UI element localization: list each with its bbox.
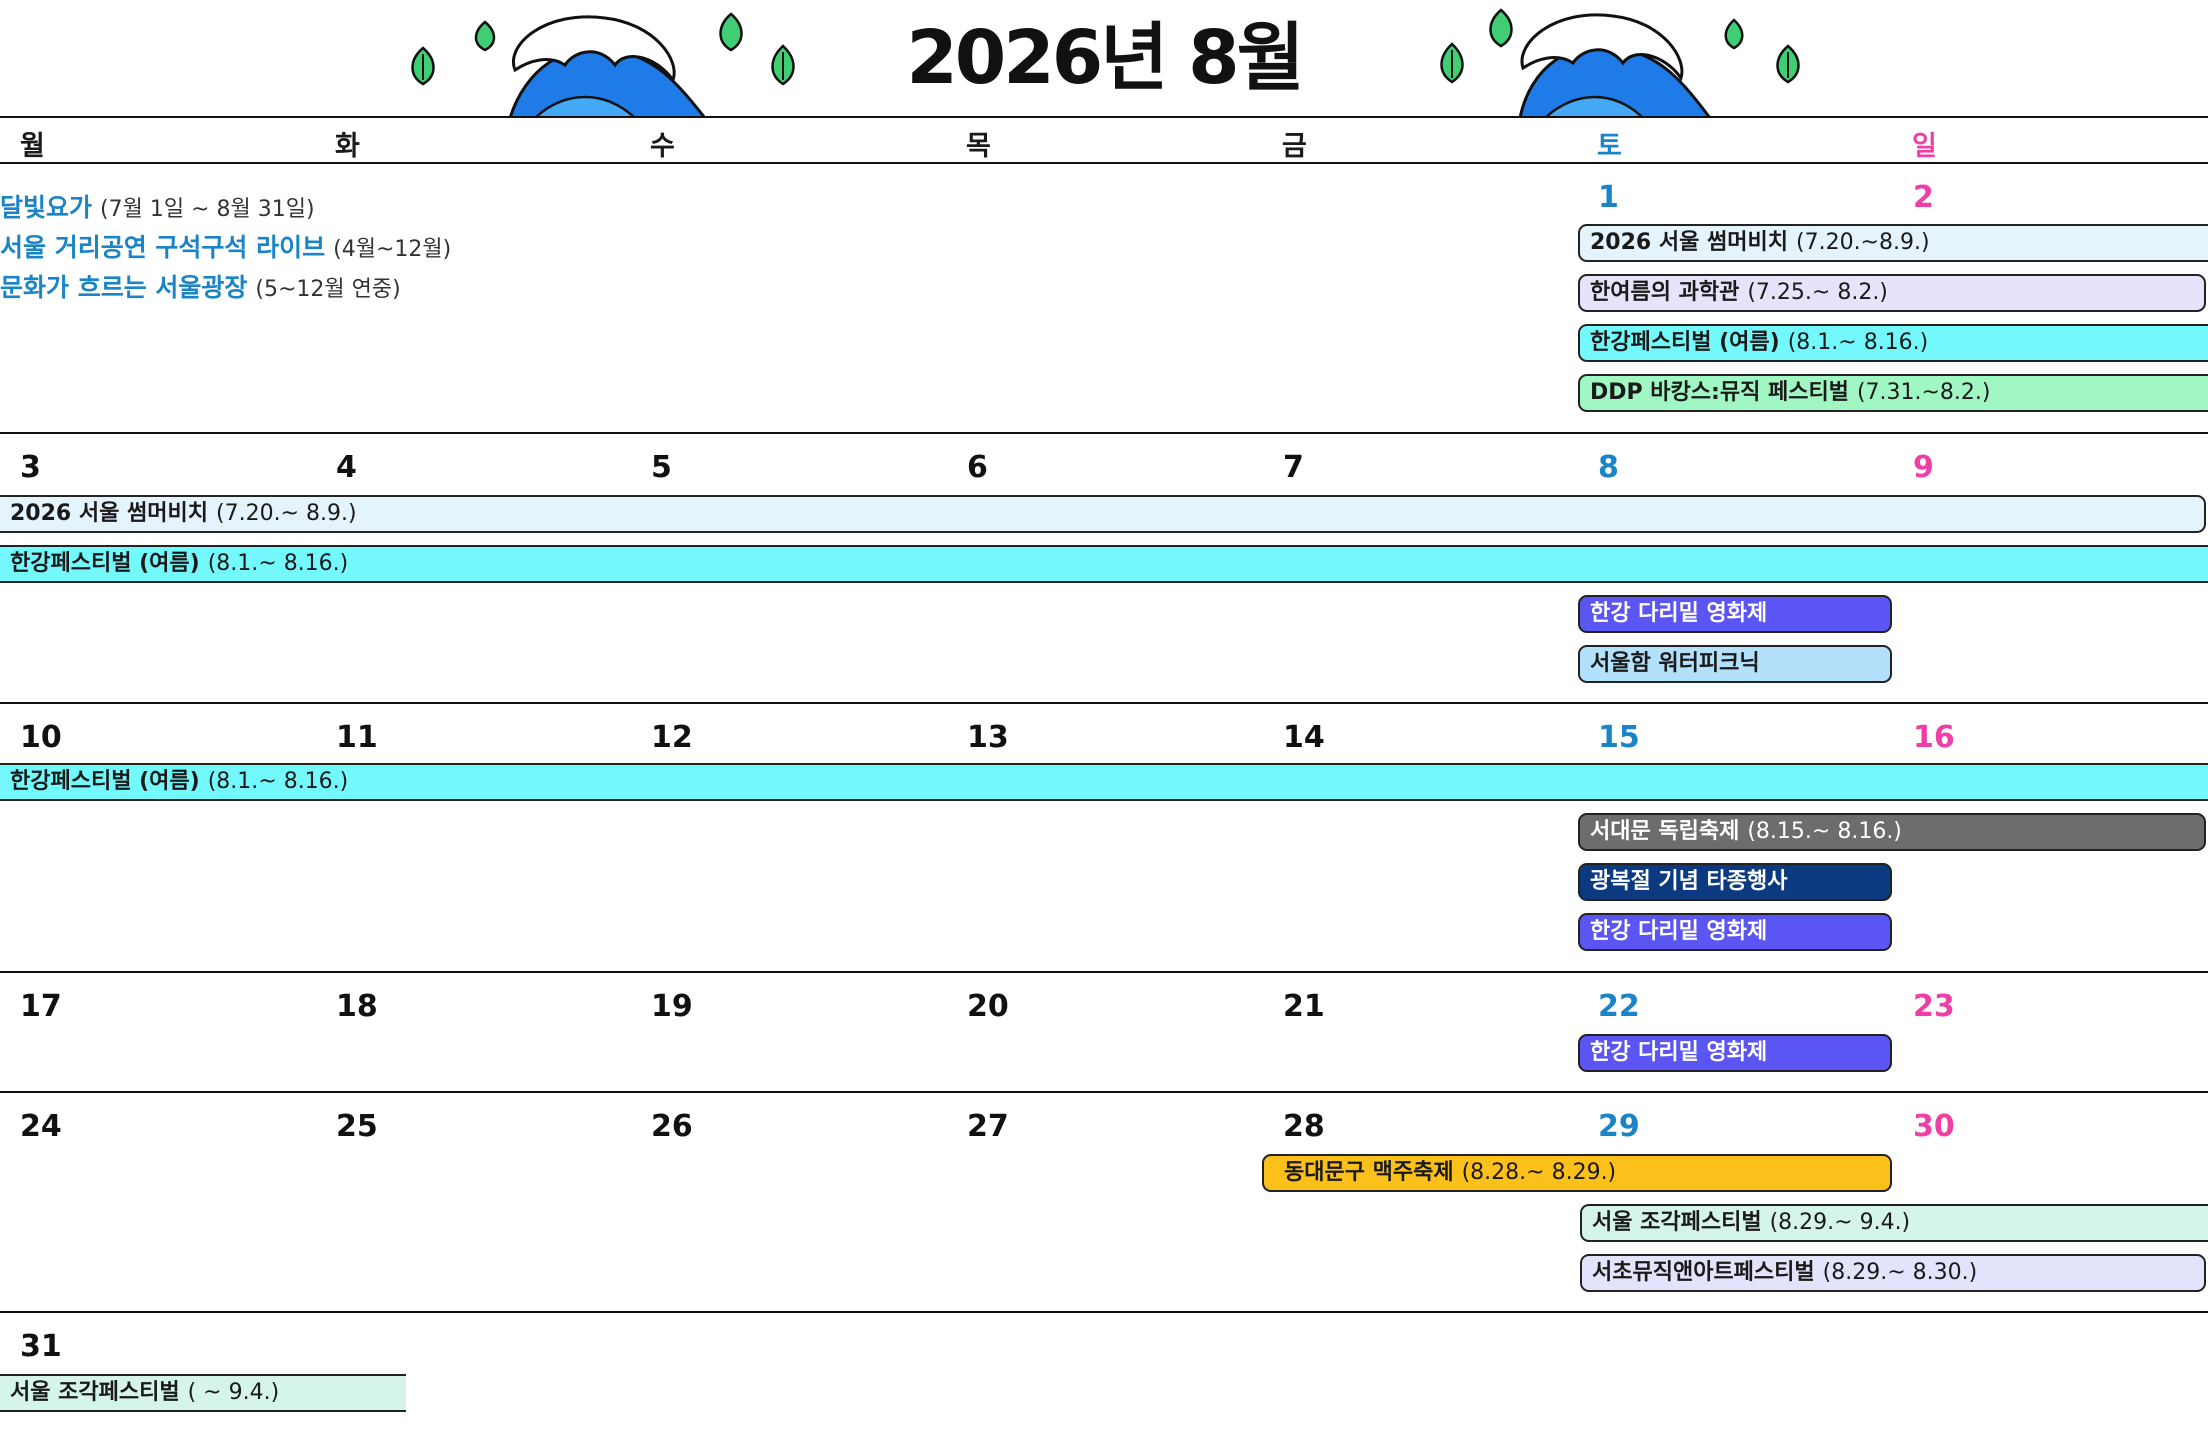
weekday-sat: 토 bbox=[1597, 131, 1622, 162]
day-number: 19 bbox=[651, 989, 693, 1024]
calendar-header: 2026년 8월 bbox=[0, 0, 2208, 118]
weekday-sun: 일 bbox=[1912, 131, 1937, 162]
event-bar[interactable]: 한강 다리밑 영화제 bbox=[1578, 1034, 1892, 1072]
day-number: 27 bbox=[967, 1109, 1009, 1144]
day-number: 26 bbox=[651, 1109, 693, 1144]
day-number: 23 bbox=[1913, 989, 1955, 1024]
day-number: 6 bbox=[967, 450, 988, 485]
weekday-mon: 월 bbox=[20, 131, 45, 162]
calendar-title: 2026년 8월 bbox=[906, 15, 1304, 101]
day-number: 12 bbox=[651, 720, 693, 755]
weekday-wed: 수 bbox=[650, 131, 675, 162]
event-bar[interactable]: 2026 서울 썸머비치 (7.20.~ 8.9.) bbox=[0, 495, 2206, 533]
day-number: 16 bbox=[1913, 720, 1955, 755]
day-number: 9 bbox=[1913, 450, 1934, 485]
event-bar[interactable]: 서울 조각페스티벌 (8.29.~ 9.4.) bbox=[1580, 1204, 2208, 1242]
event-bar[interactable]: 서대문 독립축제 (8.15.~ 8.16.) bbox=[1578, 813, 2206, 851]
day-number: 8 bbox=[1598, 450, 1619, 485]
event-bar[interactable]: 동대문구 맥주축제 (8.28.~ 8.29.) bbox=[1262, 1154, 1892, 1192]
day-number: 11 bbox=[336, 720, 378, 755]
day-number: 14 bbox=[1283, 720, 1325, 755]
week-divider bbox=[0, 1311, 2208, 1313]
weekday-tue: 화 bbox=[335, 131, 360, 162]
week-divider bbox=[0, 1091, 2208, 1093]
weekday-thu: 목 bbox=[966, 131, 991, 162]
event-bar[interactable]: 한강 다리밑 영화제 bbox=[1578, 595, 1892, 633]
day-number: 3 bbox=[20, 450, 41, 485]
event-bar[interactable]: DDP 바캉스:뮤직 페스티벌 (7.31.~8.2.) bbox=[1578, 374, 2208, 412]
event-bar[interactable]: 서울함 워터피크닉 bbox=[1578, 645, 1892, 683]
day-number: 10 bbox=[20, 720, 62, 755]
day-number: 20 bbox=[967, 989, 1009, 1024]
week-divider bbox=[0, 702, 2208, 704]
day-number: 22 bbox=[1598, 989, 1640, 1024]
day-number: 13 bbox=[967, 720, 1009, 755]
day-number: 28 bbox=[1283, 1109, 1325, 1144]
day-number: 17 bbox=[20, 989, 62, 1024]
header-bottom-rule bbox=[0, 162, 2208, 164]
event-bar[interactable]: 서울 조각페스티벌( ~ 9.4.) bbox=[0, 1374, 406, 1412]
ongoing-event[interactable]: 문화가 흐르는 서울광장 (5~12월 연중) bbox=[0, 268, 401, 304]
day-number: 15 bbox=[1598, 720, 1640, 755]
day-number: 25 bbox=[336, 1109, 378, 1144]
day-number: 30 bbox=[1913, 1109, 1955, 1144]
weekday-fri: 금 bbox=[1282, 131, 1307, 162]
day-number: 4 bbox=[336, 450, 357, 485]
week-divider bbox=[0, 432, 2208, 434]
event-bar[interactable]: 한강페스티벌 (여름) (8.1.~ 8.16.) bbox=[0, 545, 2208, 583]
event-bar[interactable]: 한강페스티벌 (여름) (8.1.~ 8.16.) bbox=[1578, 324, 2208, 362]
event-bar[interactable]: 한강 다리밑 영화제 bbox=[1578, 913, 1892, 951]
event-bar[interactable]: 2026 서울 썸머비치 (7.20.~8.9.) bbox=[1578, 224, 2208, 262]
day-number: 7 bbox=[1283, 450, 1304, 485]
event-bar[interactable]: 광복절 기념 타종행사 bbox=[1578, 863, 1892, 901]
ongoing-event[interactable]: 서울 거리공연 구석구석 라이브 (4월~12월) bbox=[0, 228, 451, 264]
day-number: 29 bbox=[1598, 1109, 1640, 1144]
day-number: 31 bbox=[20, 1329, 62, 1364]
ongoing-event[interactable]: 달빛요가 (7월 1일 ~ 8월 31일) bbox=[0, 188, 315, 224]
day-number: 1 bbox=[1598, 180, 1619, 215]
event-bar[interactable]: 한강페스티벌 (여름) (8.1.~ 8.16.) bbox=[0, 763, 2208, 801]
day-number: 21 bbox=[1283, 989, 1325, 1024]
day-number: 24 bbox=[20, 1109, 62, 1144]
day-number: 2 bbox=[1913, 180, 1934, 215]
day-number: 5 bbox=[651, 450, 672, 485]
week-divider bbox=[0, 971, 2208, 973]
event-bar[interactable]: 한여름의 과학관 (7.25.~ 8.2.) bbox=[1578, 274, 2206, 312]
header-top-rule bbox=[0, 116, 2208, 118]
day-number: 18 bbox=[336, 989, 378, 1024]
event-bar[interactable]: 서초뮤직앤아트페스티벌 (8.29.~ 8.30.) bbox=[1580, 1254, 2206, 1292]
